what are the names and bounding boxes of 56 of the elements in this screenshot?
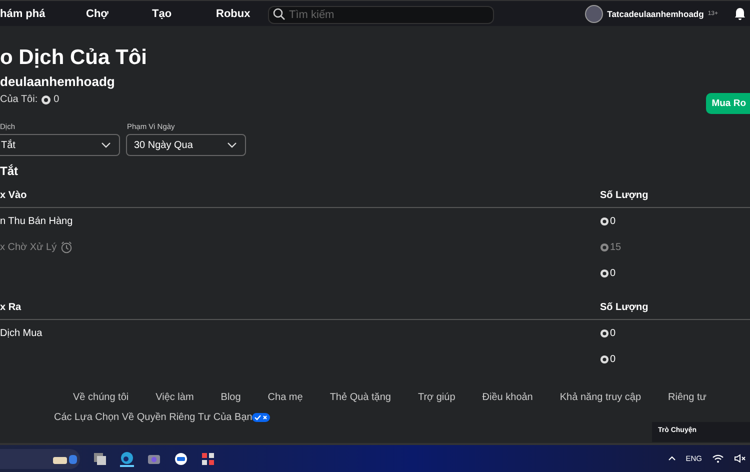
footer-link[interactable]: Điều khoản bbox=[482, 392, 533, 403]
footer-link[interactable]: Thẻ Quà tặng bbox=[330, 392, 391, 403]
clock-icon bbox=[60, 240, 73, 254]
username-heading: deulaanhemhoadg bbox=[0, 74, 116, 89]
footer-link[interactable]: Trợ giúp bbox=[418, 392, 456, 403]
balance-amount: 0 bbox=[54, 94, 60, 105]
nav-link[interactable]: Tạo bbox=[152, 8, 216, 20]
row-label: n Thu Bán Hàng bbox=[0, 216, 73, 226]
footer-link[interactable]: Khả năng truy cập bbox=[560, 392, 642, 403]
privacy-link[interactable]: Các Lựa Chọn Về Quyền Riêng Tư Của Bạn bbox=[54, 412, 252, 423]
footer-link[interactable]: Riêng tư bbox=[668, 392, 706, 403]
column-header: x Vào bbox=[0, 190, 28, 201]
robux-icon bbox=[600, 328, 609, 338]
robux-icon bbox=[600, 216, 609, 226]
bell-icon[interactable] bbox=[734, 6, 746, 20]
page-title: o Dịch Của Tôi bbox=[0, 46, 147, 70]
footer-link[interactable]: Blog bbox=[220, 392, 241, 403]
row-label: x Chờ Xử Lý bbox=[0, 242, 57, 252]
column-header: Số Lượng bbox=[600, 190, 650, 201]
column-header: x Ra bbox=[0, 302, 22, 313]
amount-value: 0 bbox=[610, 268, 616, 278]
task-view-icon[interactable] bbox=[93, 452, 107, 466]
robux-icon bbox=[600, 242, 609, 252]
row-label: Dịch Mua bbox=[0, 328, 42, 338]
amount-value: 15 bbox=[610, 242, 622, 252]
nav-link[interactable]: hám phá bbox=[0, 8, 86, 20]
privacy-toggle-icon bbox=[252, 413, 270, 422]
section-title: Tắt bbox=[0, 164, 19, 178]
muted-speaker-icon[interactable] bbox=[734, 454, 746, 463]
game-app-icon[interactable] bbox=[201, 452, 215, 466]
amount-value: 0 bbox=[610, 328, 616, 338]
robux-icon bbox=[40, 94, 51, 104]
wifi-icon[interactable] bbox=[712, 454, 724, 463]
taskbar-search-field[interactable] bbox=[0, 448, 80, 468]
robux-icon bbox=[600, 268, 609, 278]
dropdown[interactable]: 30 Ngày Qua bbox=[126, 134, 246, 156]
chevron-icon bbox=[227, 142, 237, 148]
dropdown[interactable]: Tắt bbox=[0, 134, 120, 156]
chat-app-icon[interactable] bbox=[174, 452, 188, 466]
footer-link[interactable]: Cha mẹ bbox=[268, 392, 303, 403]
footer-link[interactable]: Việc làm bbox=[156, 392, 194, 403]
balance-label: Của Tôi: bbox=[0, 94, 38, 105]
footer-link[interactable]: Về chúng tôi bbox=[73, 392, 129, 403]
browser-icon[interactable] bbox=[120, 450, 134, 466]
caret-up-icon[interactable] bbox=[668, 456, 676, 461]
avatar[interactable] bbox=[585, 4, 604, 22]
chevron-icon bbox=[101, 142, 111, 148]
robux-icon bbox=[600, 354, 609, 364]
amount-value: 0 bbox=[610, 354, 616, 364]
amount-value: 0 bbox=[610, 216, 616, 226]
username[interactable]: Tatcadeulaanhemhoadg bbox=[607, 8, 704, 18]
column-header: Số Lượng bbox=[600, 302, 650, 313]
search-highlight-icon bbox=[52, 452, 78, 464]
nav-link[interactable]: Chợ bbox=[86, 8, 152, 20]
search-field[interactable]: Tìm kiếm bbox=[268, 6, 494, 24]
nav-link[interactable]: Robux bbox=[216, 8, 250, 20]
